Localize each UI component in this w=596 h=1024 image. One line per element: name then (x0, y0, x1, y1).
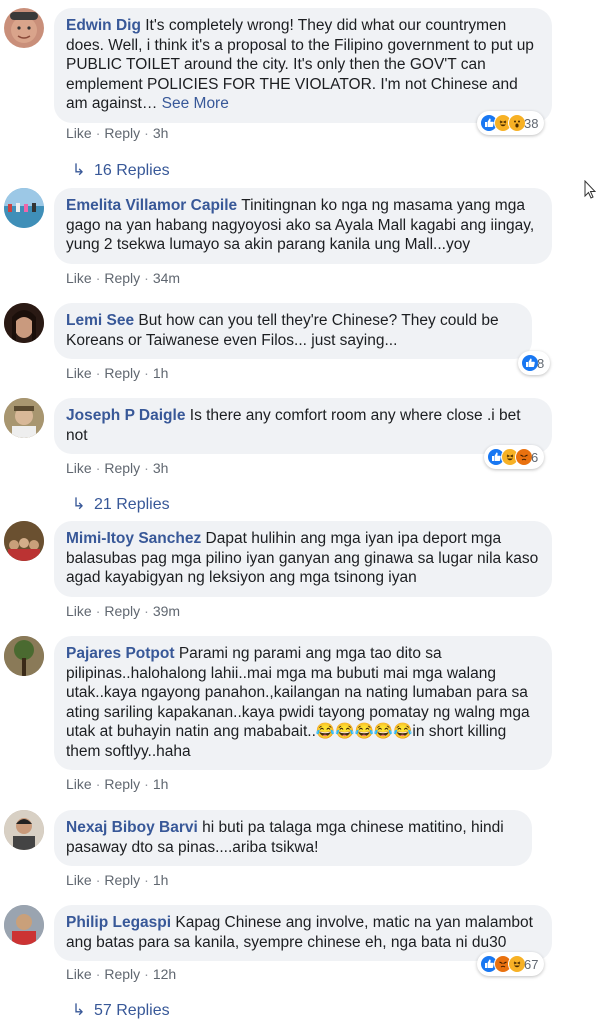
reply-link[interactable]: Reply (104, 460, 140, 476)
comment-author[interactable]: Joseph P Daigle (66, 407, 185, 424)
avatar[interactable] (4, 8, 44, 48)
reply-link[interactable]: Reply (104, 125, 140, 141)
comment-bubble: Emelita Villamor Capile Tinitingnan ko n… (54, 188, 552, 264)
view-replies-link[interactable]: ↳ 16 Replies (72, 160, 170, 180)
timestamp[interactable]: 34m (153, 270, 180, 286)
timestamp[interactable]: 12h (153, 966, 176, 982)
comment-actions: Like · Reply · 1h (66, 365, 169, 381)
reaction-count: 8 (537, 355, 545, 371)
view-replies-link[interactable]: ↳ 57 Replies (72, 1000, 170, 1020)
avatar[interactable] (4, 810, 44, 850)
comment-actions: Like · Reply · 3h (66, 125, 169, 141)
reply-link[interactable]: Reply (104, 270, 140, 286)
reply-link[interactable]: Reply (104, 966, 140, 982)
like-link[interactable]: Like (66, 776, 92, 792)
reply-arrow-icon: ↳ (72, 162, 86, 179)
timestamp[interactable]: 1h (153, 776, 169, 792)
comment-actions: Like · Reply · 3h (66, 460, 169, 476)
comment-bubble: Edwin Dig It's completely wrong! They di… (54, 8, 552, 123)
comment-actions: Like · Reply · 1h (66, 872, 169, 888)
avatar[interactable] (4, 636, 44, 676)
comment-bubble: Mimi-Itoy Sanchez Dapat hulihin ang mga … (54, 521, 552, 597)
like-link[interactable]: Like (66, 365, 92, 381)
reply-link[interactable]: Reply (104, 603, 140, 619)
comment-author[interactable]: Nexaj Biboy Barvi (66, 819, 198, 836)
reaction-summary[interactable]: 8 (518, 351, 551, 375)
avatar[interactable] (4, 905, 44, 945)
comment-author[interactable]: Edwin Dig (66, 17, 141, 34)
like-link[interactable]: Like (66, 125, 92, 141)
reply-link[interactable]: Reply (104, 365, 140, 381)
avatar[interactable] (4, 398, 44, 438)
comment-author[interactable]: Philip Legaspi (66, 914, 171, 931)
like-link[interactable]: Like (66, 966, 92, 982)
avatar[interactable] (4, 521, 44, 561)
timestamp[interactable]: 1h (153, 365, 169, 381)
see-more-link[interactable]: See More (162, 95, 229, 112)
comment-author[interactable]: Emelita Villamor Capile (66, 197, 237, 214)
avatar[interactable] (4, 188, 44, 228)
comment-actions: Like · Reply · 1h (66, 776, 169, 792)
reply-arrow-icon: ↳ (72, 1002, 86, 1019)
reply-link[interactable]: Reply (104, 872, 140, 888)
comment-text: Parami ng parami ang mga tao dito sa pil… (66, 645, 530, 760)
comment-bubble: Lemi See But how can you tell they're Ch… (54, 303, 532, 359)
timestamp[interactable]: 3h (153, 125, 169, 141)
avatar[interactable] (4, 303, 44, 343)
reaction-summary[interactable]: 67 (477, 952, 545, 976)
comment-bubble: Joseph P Daigle Is there any comfort roo… (54, 398, 552, 454)
like-link[interactable]: Like (66, 460, 92, 476)
reply-arrow-icon: ↳ (72, 496, 86, 513)
comment-author[interactable]: Lemi See (66, 312, 134, 329)
like-link[interactable]: Like (66, 270, 92, 286)
comment-actions: Like · Reply · 34m (66, 270, 181, 286)
reaction-summary[interactable]: 38 (477, 111, 545, 135)
timestamp[interactable]: 3h (153, 460, 169, 476)
timestamp[interactable]: 1h (153, 872, 169, 888)
timestamp[interactable]: 39m (153, 603, 180, 619)
like-link[interactable]: Like (66, 603, 92, 619)
comment-author[interactable]: Mimi-Itoy Sanchez (66, 530, 201, 547)
comment-bubble: Nexaj Biboy Barvi hi buti pa talaga mga … (54, 810, 532, 866)
comment-actions: Like · Reply · 39m (66, 603, 181, 619)
comment-bubble: Pajares Potpot Parami ng parami ang mga … (54, 636, 552, 770)
comment-bubble: Philip Legaspi Kapag Chinese ang involve… (54, 905, 552, 961)
reaction-count: 6 (531, 449, 539, 465)
reaction-summary[interactable]: 6 (484, 445, 545, 469)
mouse-pointer-icon (584, 179, 596, 205)
reaction-count: 38 (524, 115, 539, 131)
like-link[interactable]: Like (66, 872, 92, 888)
reaction-count: 67 (524, 956, 539, 972)
comment-author[interactable]: Pajares Potpot (66, 645, 175, 662)
comment-actions: Like · Reply · 12h (66, 966, 177, 982)
reply-link[interactable]: Reply (104, 776, 140, 792)
view-replies-link[interactable]: ↳ 21 Replies (72, 494, 170, 514)
